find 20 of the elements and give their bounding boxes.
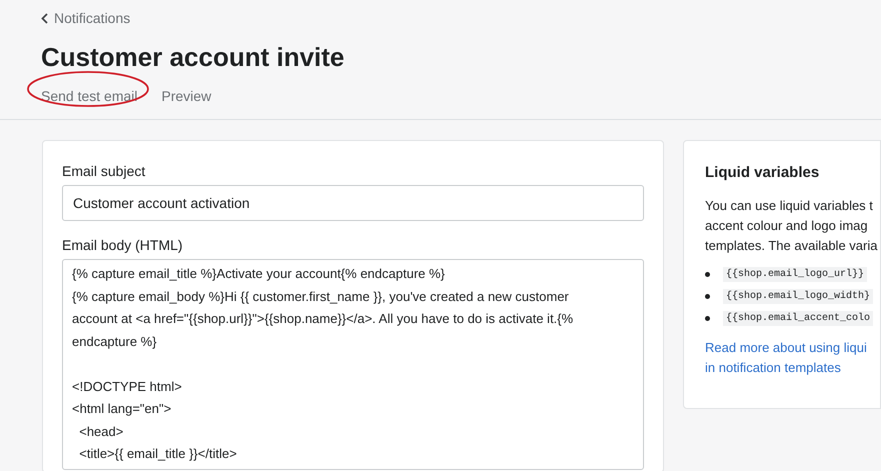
bullet-icon (705, 272, 710, 276)
description-text: accent colour and logo imag (705, 217, 868, 235)
tab-link[interactable]: Preview (162, 86, 212, 106)
chevron-left-icon (41, 12, 48, 24)
variable-code: {{shop.email_accent_colo (723, 310, 874, 326)
field-label: Email body (HTML) (62, 237, 184, 253)
body-field[interactable]: {% capture email_title %}Activate your account{% endcapture %} {% capture email_body %}Hi {{ customer.first_name }}, you've created a new customer account at <a href="{{shop.url}}">{{shop.name}}</a>. All you have to do is activate it.{% endcapture %} <!DOCTYPE html> <html lang="en"> <head> <title>{{ email_title }}</title> (62, 259, 644, 470)
page-title: Customer account invite (41, 41, 346, 73)
variable-code: {{shop.email_logo_url}} (723, 266, 868, 282)
variable-code: {{shop.email_logo_width} (723, 288, 874, 304)
card-title: Liquid variables (705, 163, 820, 183)
bullet-icon (705, 294, 710, 298)
docs-link[interactable]: Read more about using liqui (705, 338, 867, 358)
description-text: You can use liquid variables t (705, 197, 873, 215)
subject-field[interactable]: Customer account activation (62, 185, 644, 221)
bullet-icon (705, 316, 710, 320)
docs-link[interactable]: in notification templates (705, 358, 841, 378)
field-label: Email subject (62, 163, 146, 179)
description-text: templates. The available varia (705, 237, 878, 255)
back-link[interactable]: Notifications (41, 9, 840, 27)
